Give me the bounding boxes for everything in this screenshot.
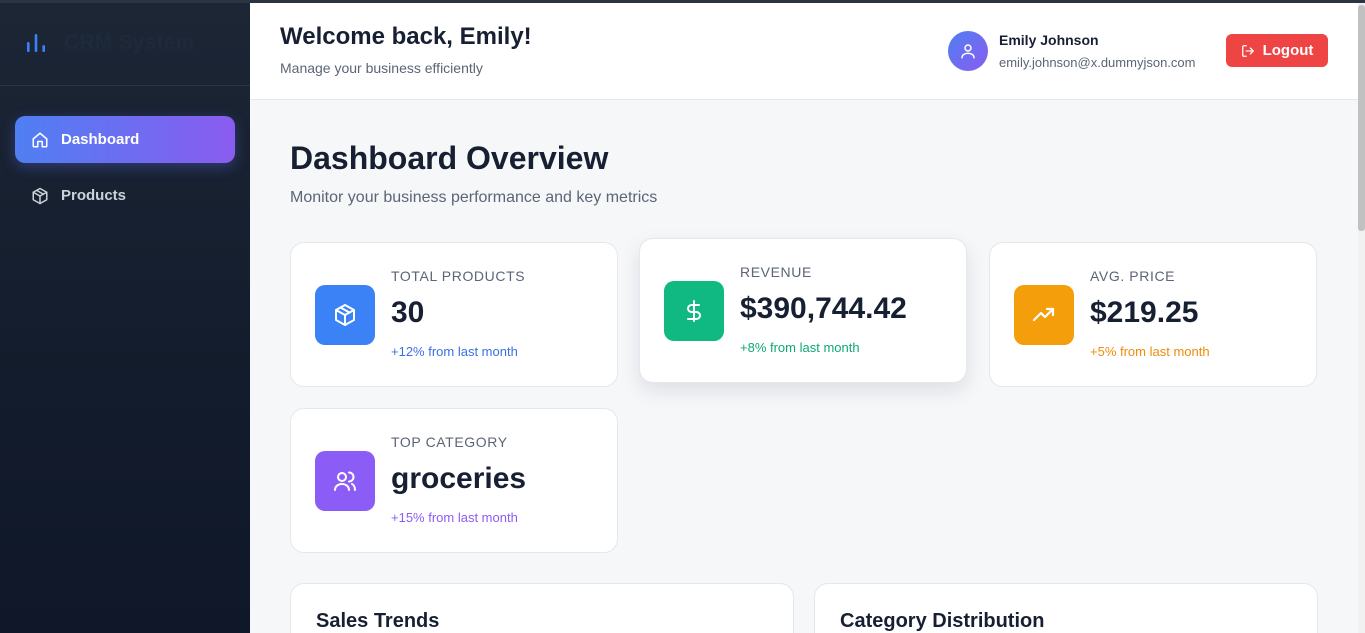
panel-title: Sales Trends bbox=[316, 610, 440, 632]
stat-icon-trending bbox=[1014, 285, 1074, 345]
stat-value: $219.25 bbox=[1090, 296, 1199, 329]
brand[interactable]: CRM System bbox=[0, 0, 250, 86]
users-icon bbox=[334, 471, 356, 491]
stat-change: +15% from last month bbox=[391, 510, 518, 525]
vertical-scrollbar[interactable] bbox=[1358, 3, 1365, 633]
stat-card-top-category[interactable]: TOP CATEGORY groceries +15% from last mo… bbox=[290, 408, 618, 553]
sidebar-item-dashboard[interactable]: Dashboard bbox=[15, 116, 235, 163]
trending-up-icon bbox=[1032, 307, 1055, 322]
welcome-title: Welcome back, Emily! bbox=[280, 23, 532, 50]
user-email: emily.johnson@x.dummyjson.com bbox=[999, 55, 1196, 70]
sidebar-item-products[interactable]: Products bbox=[15, 172, 235, 219]
sales-trends-panel: Sales Trends bbox=[290, 583, 794, 633]
user-name: Emily Johnson bbox=[999, 32, 1099, 48]
stat-change: +8% from last month bbox=[740, 340, 860, 355]
panel-title: Category Distribution bbox=[840, 610, 1045, 632]
sidebar-nav: Dashboard Products bbox=[0, 86, 250, 219]
stat-icon-dollar bbox=[664, 281, 724, 341]
stat-change: +12% from last month bbox=[391, 344, 518, 359]
box-icon bbox=[31, 187, 49, 205]
logout-button[interactable]: Logout bbox=[1226, 34, 1328, 67]
user-icon bbox=[961, 44, 975, 59]
stat-value: $390,744.42 bbox=[740, 292, 907, 325]
stat-icon-users bbox=[315, 451, 375, 511]
scrollbar-thumb[interactable] bbox=[1358, 5, 1365, 231]
stat-card-revenue[interactable]: REVENUE $390,744.42 +8% from last month bbox=[639, 238, 967, 383]
stat-card-total-products[interactable]: TOTAL PRODUCTS 30 +12% from last month bbox=[290, 242, 618, 387]
logout-label: Logout bbox=[1262, 42, 1314, 59]
category-distribution-panel: Category Distribution bbox=[814, 583, 1318, 633]
stat-card-avg-price[interactable]: AVG. PRICE $219.25 +5% from last month bbox=[989, 242, 1317, 387]
stat-value: 30 bbox=[391, 296, 425, 329]
stat-change: +5% from last month bbox=[1090, 344, 1210, 359]
page-title: Dashboard Overview bbox=[290, 140, 609, 176]
header: Welcome back, Emily! Manage your busines… bbox=[250, 3, 1358, 100]
bar-chart-icon bbox=[24, 31, 48, 55]
home-icon bbox=[31, 131, 49, 149]
stat-label: TOTAL PRODUCTS bbox=[391, 268, 526, 284]
stat-value: groceries bbox=[391, 462, 527, 495]
stat-label: REVENUE bbox=[740, 264, 812, 280]
avatar[interactable] bbox=[948, 31, 988, 71]
dollar-icon bbox=[687, 300, 701, 322]
window-top-border bbox=[0, 0, 1365, 3]
sidebar: CRM System Dashboard Products bbox=[0, 0, 250, 633]
brand-name: CRM System bbox=[64, 30, 195, 54]
stat-label: AVG. PRICE bbox=[1090, 268, 1176, 284]
stat-label: TOP CATEGORY bbox=[391, 434, 508, 450]
logout-icon bbox=[1241, 44, 1254, 57]
stat-icon-box bbox=[315, 285, 375, 345]
box-icon bbox=[335, 304, 355, 326]
welcome-subtitle: Manage your business efficiently bbox=[280, 60, 483, 76]
sidebar-item-label: Dashboard bbox=[61, 131, 140, 148]
sidebar-item-label: Products bbox=[61, 187, 127, 204]
page-subtitle: Monitor your business performance and ke… bbox=[290, 189, 658, 206]
